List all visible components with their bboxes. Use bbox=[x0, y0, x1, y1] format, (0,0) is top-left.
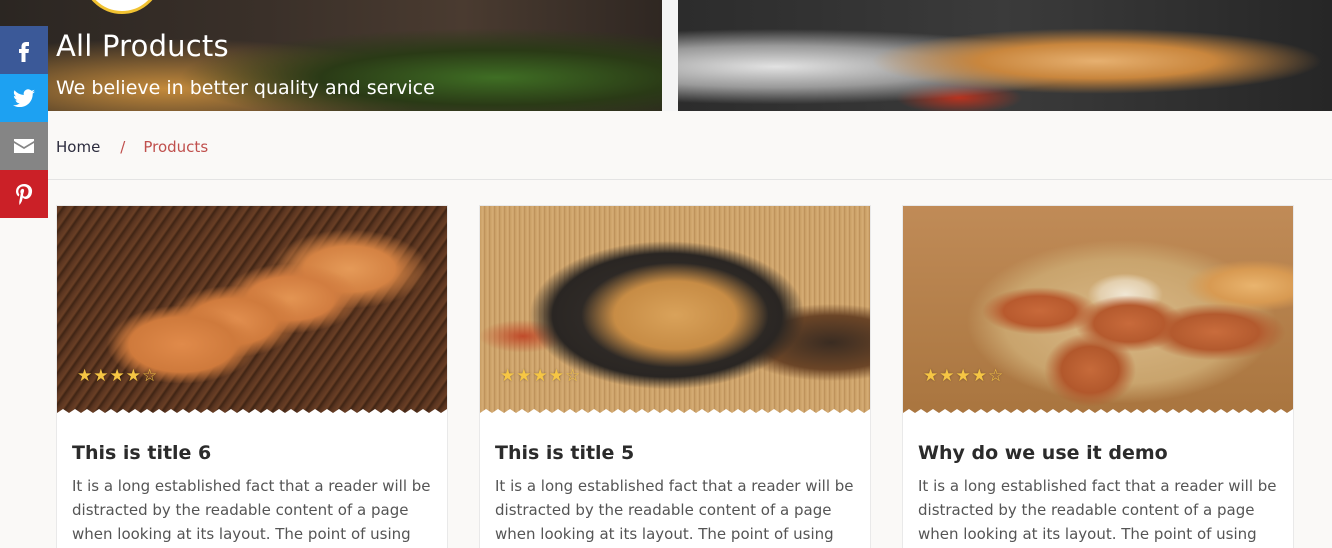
page-title: All Products bbox=[56, 29, 229, 63]
share-pinterest-button[interactable] bbox=[0, 170, 48, 218]
twitter-icon bbox=[13, 89, 35, 108]
share-twitter-button[interactable] bbox=[0, 74, 48, 122]
breadcrumb-current: Products bbox=[143, 138, 209, 156]
pinterest-icon bbox=[16, 184, 33, 205]
product-description: It is a long established fact that a rea… bbox=[918, 477, 1277, 543]
star-rating: ★★★★☆ bbox=[923, 366, 1004, 386]
breadcrumb-divider bbox=[48, 179, 1332, 180]
share-facebook-button[interactable] bbox=[0, 26, 48, 74]
breadcrumb-home-link[interactable]: Home bbox=[56, 138, 100, 156]
star-filled-icon: ★ bbox=[93, 366, 110, 386]
hero-image-right bbox=[678, 0, 1332, 111]
product-title[interactable]: Why do we use it demo bbox=[918, 442, 1168, 464]
product-card[interactable]: ★★★★☆ Why do we use it demo It is a long… bbox=[902, 205, 1294, 548]
star-rating: ★★★★☆ bbox=[77, 366, 158, 386]
star-filled-icon: ★ bbox=[77, 366, 94, 386]
product-image[interactable]: ★★★★☆ bbox=[480, 206, 870, 416]
breadcrumb: Home / Products bbox=[56, 138, 208, 156]
product-title[interactable]: This is title 5 bbox=[495, 442, 634, 464]
star-filled-icon: ★ bbox=[971, 366, 988, 386]
star-filled-icon: ★ bbox=[532, 366, 549, 386]
star-filled-icon: ★ bbox=[516, 366, 533, 386]
star-filled-icon: ★ bbox=[548, 366, 565, 386]
products-page: All Products We believe in better qualit… bbox=[0, 0, 1332, 548]
social-share-bar bbox=[0, 26, 48, 218]
star-filled-icon: ★ bbox=[109, 366, 126, 386]
zigzag-edge bbox=[480, 409, 870, 416]
star-filled-icon: ★ bbox=[955, 366, 972, 386]
mail-icon bbox=[14, 139, 34, 153]
hero-divider bbox=[662, 0, 678, 111]
breadcrumb-separator: / bbox=[120, 138, 126, 156]
zigzag-edge bbox=[903, 409, 1293, 416]
star-rating: ★★★★☆ bbox=[500, 366, 581, 386]
product-image[interactable]: ★★★★☆ bbox=[57, 206, 447, 416]
zigzag-edge bbox=[57, 409, 447, 416]
hero-banner: All Products We believe in better qualit… bbox=[0, 0, 1332, 111]
star-filled-icon: ★ bbox=[923, 366, 940, 386]
star-empty-icon: ☆ bbox=[142, 366, 159, 386]
product-description: It is a long established fact that a rea… bbox=[495, 477, 854, 543]
product-card[interactable]: ★★★★☆ This is title 5 It is a long estab… bbox=[479, 205, 871, 548]
product-card[interactable]: ★★★★☆ This is title 6 It is a long estab… bbox=[56, 205, 448, 548]
page-subtitle: We believe in better quality and service bbox=[56, 77, 435, 99]
product-image[interactable]: ★★★★☆ bbox=[903, 206, 1293, 416]
facebook-icon bbox=[19, 42, 29, 62]
star-empty-icon: ☆ bbox=[565, 366, 582, 386]
product-description: It is a long established fact that a rea… bbox=[72, 477, 431, 543]
star-filled-icon: ★ bbox=[500, 366, 517, 386]
star-empty-icon: ☆ bbox=[988, 366, 1005, 386]
product-title[interactable]: This is title 6 bbox=[72, 442, 211, 464]
star-filled-icon: ★ bbox=[939, 366, 956, 386]
star-filled-icon: ★ bbox=[125, 366, 142, 386]
share-email-button[interactable] bbox=[0, 122, 48, 170]
